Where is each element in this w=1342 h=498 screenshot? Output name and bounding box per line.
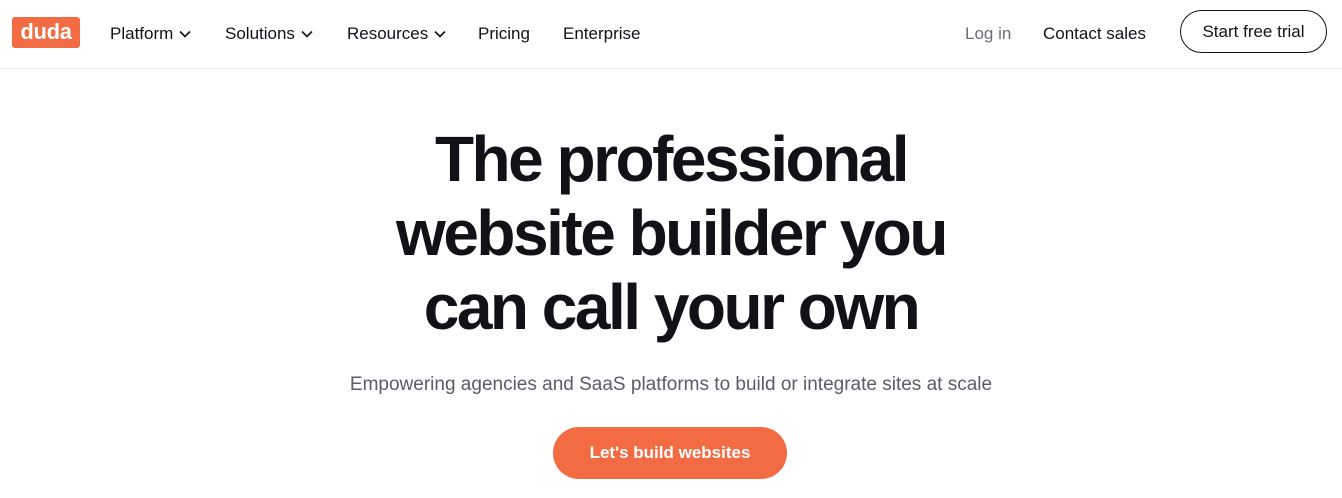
start-free-trial-button[interactable]: Start free trial — [1180, 10, 1327, 53]
nav-group-login: Log in — [965, 0, 1011, 68]
nav-resources-label: Resources — [347, 24, 429, 43]
nav-enterprise-label: Enterprise — [563, 24, 641, 43]
chevron-down-icon — [179, 30, 191, 38]
hero-subtitle: Empowering agencies and SaaS platforms t… — [349, 374, 993, 395]
build-websites-button[interactable]: Let's build websites — [553, 427, 787, 479]
nav-resources[interactable]: Resources — [347, 24, 446, 44]
duda-logo[interactable]: duda — [12, 17, 80, 48]
top-navigation-bar: duda Platform Solutions Resources Pricin… — [0, 0, 1342, 69]
nav-platform-label: Platform — [110, 24, 174, 43]
nav-pricing-label: Pricing — [478, 24, 530, 43]
contact-sales-label: Contact sales — [1043, 24, 1146, 43]
nav-solutions[interactable]: Solutions — [225, 24, 313, 44]
nav-solutions-label: Solutions — [225, 24, 295, 43]
nav-pricing[interactable]: Pricing — [478, 24, 530, 44]
nav-group-enterprise: Enterprise — [563, 0, 640, 68]
nav-enterprise[interactable]: Enterprise — [563, 24, 640, 44]
login-label: Log in — [965, 24, 1012, 43]
hero-title-line-1: The professional — [434, 123, 910, 195]
nav-group-pricing: Pricing — [478, 0, 530, 68]
hero-title-line-2: website builder you — [396, 197, 948, 269]
chevron-down-icon — [301, 30, 313, 38]
nav-group-resources: Resources — [347, 0, 446, 68]
hero-title: The professional website builder you can… — [0, 122, 1342, 344]
chevron-down-icon — [434, 30, 446, 38]
nav-group-contact: Contact sales — [1043, 0, 1146, 68]
hero-title-line-3: can call your own — [423, 271, 921, 343]
nav-group-solutions: Solutions — [225, 0, 313, 68]
nav-platform[interactable]: Platform — [110, 24, 191, 44]
main-nav: Platform — [110, 0, 191, 68]
login-link[interactable]: Log in — [965, 24, 1011, 44]
contact-sales-link[interactable]: Contact sales — [1043, 24, 1146, 44]
